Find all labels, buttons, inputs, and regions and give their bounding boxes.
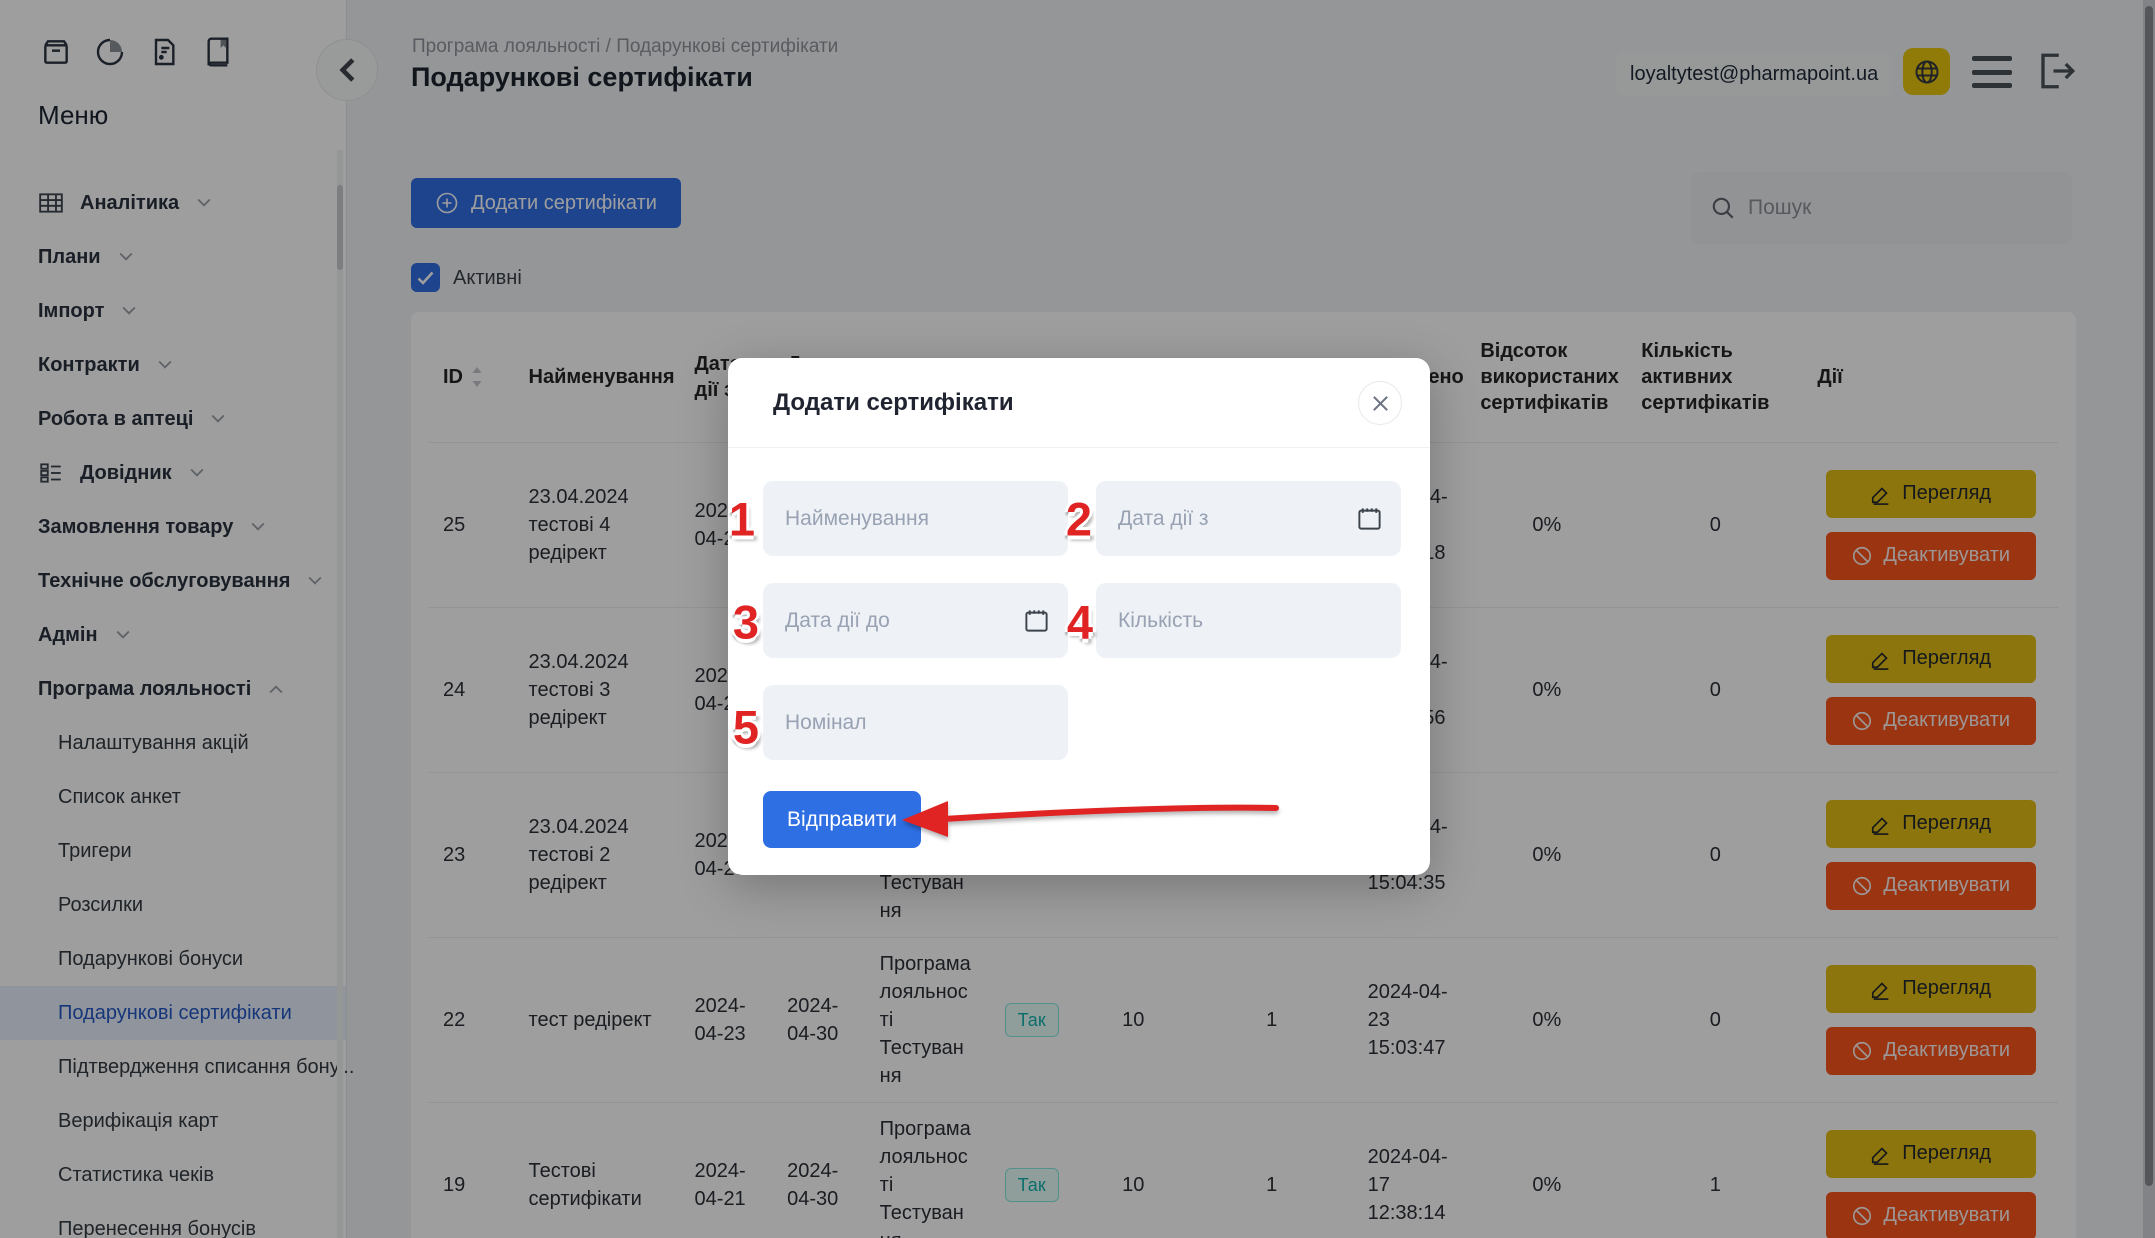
modal-close-button[interactable] xyxy=(1358,381,1402,425)
annotation-marker-5: 5 xyxy=(733,700,759,755)
modal-header: Додати сертифікати xyxy=(728,358,1430,448)
date-to-input[interactable] xyxy=(763,583,1068,658)
modal-title: Додати сертифікати xyxy=(773,389,1014,417)
field-date-from xyxy=(1096,481,1401,556)
field-nominal xyxy=(763,685,1068,760)
quantity-input[interactable] xyxy=(1096,583,1401,658)
annotation-marker-1: 1 xyxy=(729,492,755,547)
submit-button[interactable]: Відправити xyxy=(763,791,921,848)
annotation-marker-3: 3 xyxy=(733,595,759,650)
nominal-input[interactable] xyxy=(763,685,1068,760)
annotation-marker-2: 2 xyxy=(1066,492,1092,547)
annotation-marker-4: 4 xyxy=(1067,595,1093,650)
date-from-input[interactable] xyxy=(1096,481,1401,556)
field-quantity xyxy=(1096,583,1401,658)
field-name xyxy=(763,481,1068,556)
field-date-to xyxy=(763,583,1068,658)
annotation-arrow xyxy=(902,794,1280,842)
close-icon xyxy=(1372,395,1389,412)
screen: Меню Аналітика Плани Імпорт Контракти Ро… xyxy=(0,0,2155,1238)
name-input[interactable] xyxy=(763,481,1068,556)
